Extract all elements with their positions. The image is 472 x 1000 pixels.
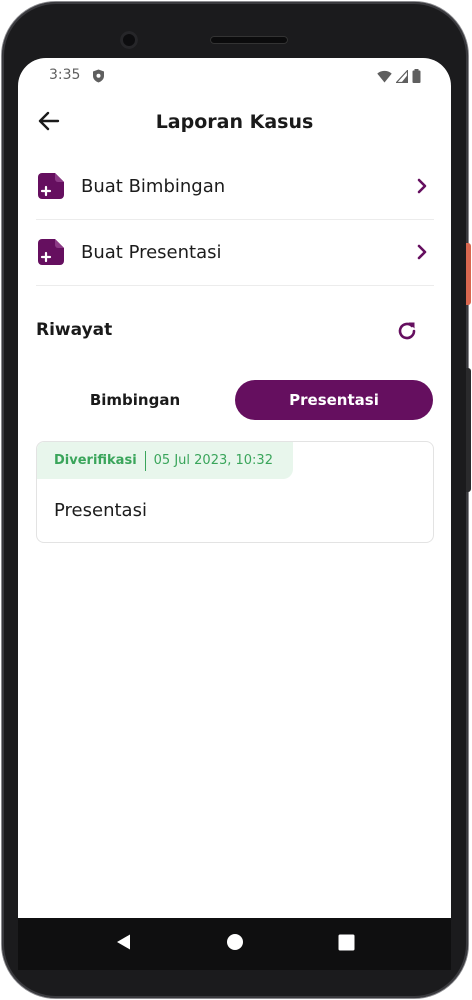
add-document-icon (38, 239, 64, 265)
card-title: Presentasi (54, 500, 147, 521)
front-camera (120, 31, 138, 49)
volume-button (466, 368, 471, 492)
status-badge-label: Diverifikasi (54, 453, 137, 468)
home-circle-icon (226, 933, 244, 955)
badge-divider (144, 450, 146, 471)
status-icons (377, 68, 421, 87)
history-tabs: Bimbingan Presentasi (36, 378, 434, 422)
status-time: 3:35 (49, 67, 81, 83)
nav-recents-button[interactable] (334, 932, 358, 956)
tab-presentasi[interactable]: Presentasi (235, 380, 433, 420)
section-title-riwayat: Riwayat (36, 320, 113, 340)
chevron-right-icon (414, 178, 430, 194)
earpiece-speaker (210, 36, 288, 44)
shield-icon (92, 68, 105, 87)
nav-home-button[interactable] (223, 932, 247, 956)
status-badge: Diverifikasi 05 Jul 2023, 10:32 (37, 442, 293, 479)
card-timestamp: 05 Jul 2023, 10:32 (153, 453, 273, 468)
status-bar: 3:35 (18, 58, 451, 92)
nav-back-button[interactable] (112, 932, 136, 956)
recents-square-icon (338, 934, 355, 955)
refresh-icon (396, 320, 418, 346)
page-title: Laporan Kasus (155, 111, 314, 133)
wifi-icon (377, 68, 392, 87)
chevron-right-icon (414, 244, 430, 260)
app-bar: Laporan Kasus (18, 98, 451, 148)
tab-bimbingan[interactable]: Bimbingan (36, 380, 234, 420)
menu-item-buat-bimbingan[interactable]: Buat Bimbingan (36, 153, 434, 220)
add-document-icon (38, 173, 64, 199)
history-card[interactable]: Diverifikasi 05 Jul 2023, 10:32 Presenta… (36, 441, 434, 543)
menu-item-label: Buat Bimbingan (81, 175, 226, 197)
system-nav-bar (18, 918, 451, 970)
signal-icon (395, 68, 409, 87)
power-button (466, 243, 471, 305)
menu-item-label: Buat Presentasi (81, 241, 222, 263)
app-screen: 3:35 Laporan Kasus Buat Bimbingan Buat P… (18, 58, 451, 918)
menu-item-buat-presentasi[interactable]: Buat Presentasi (36, 219, 434, 286)
back-triangle-icon (115, 933, 133, 955)
refresh-button[interactable] (394, 320, 420, 346)
battery-icon (412, 68, 421, 87)
